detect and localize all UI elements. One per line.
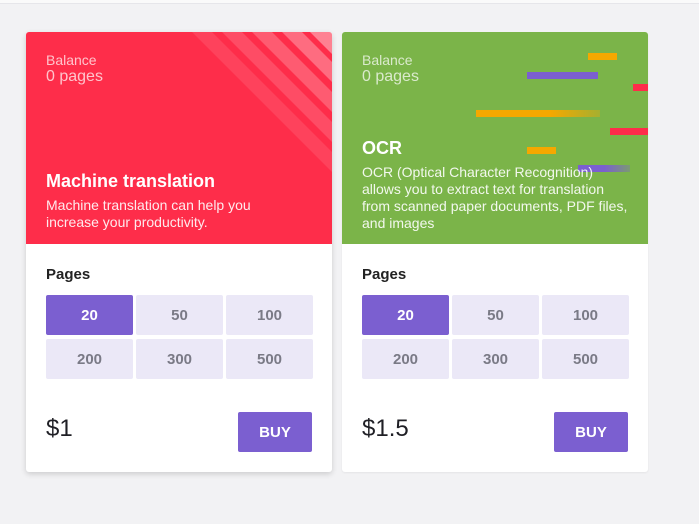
top-border bbox=[0, 0, 699, 4]
buy-button[interactable]: BUY bbox=[238, 412, 312, 452]
pages-options: 20 50 100 200 300 500 bbox=[46, 295, 313, 379]
price: $1 bbox=[46, 415, 73, 442]
balance-label: Balance bbox=[362, 52, 413, 68]
pages-options: 20 50 100 200 300 500 bbox=[362, 295, 629, 379]
card-description: Machine translation can help you increas… bbox=[46, 197, 251, 230]
pages-option-500[interactable]: 500 bbox=[542, 339, 629, 379]
pages-option-300[interactable]: 300 bbox=[452, 339, 539, 379]
balance-label: Balance bbox=[46, 52, 97, 68]
pages-option-20[interactable]: 20 bbox=[46, 295, 133, 335]
decor-bar bbox=[527, 147, 556, 154]
card-description: OCR (Optical Character Recognition) allo… bbox=[362, 164, 628, 231]
pages-option-100[interactable]: 100 bbox=[226, 295, 313, 335]
pages-option-200[interactable]: 200 bbox=[362, 339, 449, 379]
balance-value: 0 pages bbox=[46, 68, 103, 85]
card-hero: Balance 0 pages OCR OCR (Optical Charact… bbox=[342, 32, 648, 244]
stripes-decoration bbox=[192, 32, 332, 172]
pages-option-100[interactable]: 100 bbox=[542, 295, 629, 335]
decor-bar bbox=[588, 53, 617, 60]
ocr-card: Balance 0 pages OCR OCR (Optical Charact… bbox=[342, 32, 648, 472]
pages-option-300[interactable]: 300 bbox=[136, 339, 223, 379]
decor-bar bbox=[633, 84, 648, 91]
pages-option-20[interactable]: 20 bbox=[362, 295, 449, 335]
balance-value: 0 pages bbox=[362, 68, 419, 85]
price: $1.5 bbox=[362, 415, 409, 442]
decor-bar bbox=[610, 128, 648, 135]
pages-option-50[interactable]: 50 bbox=[136, 295, 223, 335]
pages-option-500[interactable]: 500 bbox=[226, 339, 313, 379]
pages-option-50[interactable]: 50 bbox=[452, 295, 539, 335]
machine-translation-card: Balance 0 pages Machine translation Mach… bbox=[26, 32, 332, 472]
decor-bar bbox=[476, 110, 600, 117]
card-title: Machine translation bbox=[46, 171, 216, 191]
buy-button[interactable]: BUY bbox=[554, 412, 628, 452]
pages-label: Pages bbox=[46, 266, 91, 283]
decor-bar bbox=[527, 72, 598, 79]
card-hero: Balance 0 pages Machine translation Mach… bbox=[26, 32, 332, 244]
pages-option-200[interactable]: 200 bbox=[46, 339, 133, 379]
card-title: OCR bbox=[362, 138, 402, 158]
pages-label: Pages bbox=[362, 266, 407, 283]
